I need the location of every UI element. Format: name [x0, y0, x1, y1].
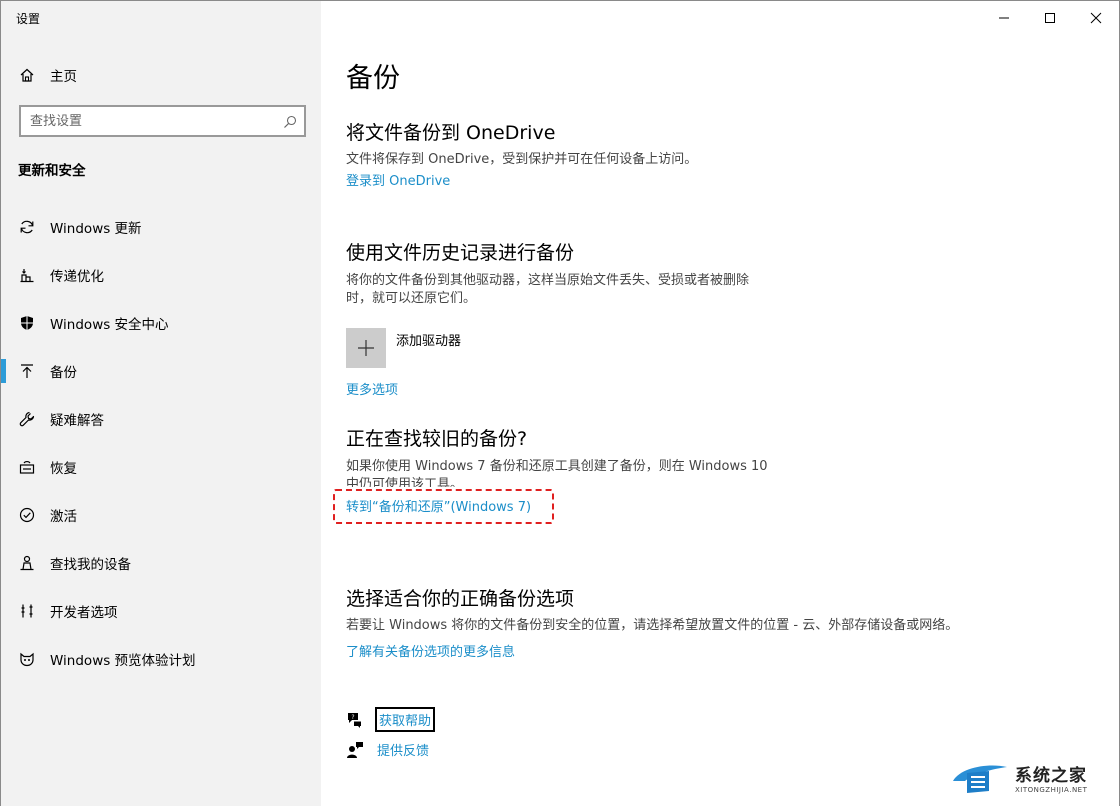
- chat-help-icon: ?: [346, 711, 364, 729]
- sidebar-item-insider[interactable]: Windows 预览体验计划: [1, 635, 321, 683]
- insider-icon: [19, 651, 35, 667]
- watermark-text: 系统之家 XITONGZHIJIA.NET: [1015, 761, 1087, 794]
- sidebar-item-label: 疑难解答: [50, 413, 104, 429]
- search-input[interactable]: [30, 113, 280, 129]
- sidebar-home-label: 主页: [50, 69, 77, 85]
- person-location-icon: [19, 555, 35, 571]
- settings-window: 设置 主页 更新和安全 Windows 更新: [0, 0, 1120, 806]
- minimize-button[interactable]: [981, 1, 1027, 35]
- minimize-icon: [999, 17, 1009, 19]
- feedback-row[interactable]: 提供反馈: [346, 740, 429, 759]
- sidebar-nav: Windows 更新 传递优化 Windows 安全中心 备份 疑难解答 恢复 …: [1, 203, 321, 683]
- older-backup-desc-line1: 如果你使用 Windows 7 备份和还原工具创建了备份，则在 Windows …: [346, 459, 768, 474]
- developer-icon: [19, 603, 35, 619]
- wrench-icon: [19, 411, 35, 427]
- sidebar-item-label: 激活: [50, 509, 77, 525]
- sidebar-item-developer[interactable]: 开发者选项: [1, 587, 321, 635]
- onedrive-signin-link[interactable]: 登录到 OneDrive: [346, 170, 450, 189]
- home-icon: [19, 67, 35, 83]
- onedrive-desc: 文件将保存到 OneDrive，受到保护并可在任何设备上访问。: [346, 152, 698, 167]
- sidebar-item-find-device[interactable]: 查找我的设备: [1, 539, 321, 587]
- sidebar-home[interactable]: 主页: [1, 59, 321, 91]
- sidebar-item-label: 备份: [50, 365, 77, 381]
- choose-backup-heading: 选择适合你的正确备份选项: [346, 588, 575, 610]
- sidebar-item-label: 查找我的设备: [50, 557, 131, 573]
- recovery-icon: [19, 459, 35, 475]
- older-backup-heading: 正在查找较旧的备份?: [346, 428, 528, 450]
- sidebar-item-label: 传递优化: [50, 269, 104, 285]
- file-history-desc-line1: 将你的文件备份到其他驱动器，这样当原始文件丢失、受损或者被删除: [346, 273, 750, 288]
- get-help-row[interactable]: ? 获取帮助: [346, 707, 436, 732]
- sidebar-item-security[interactable]: Windows 安全中心: [1, 299, 321, 347]
- watermark-url: XITONGZHIJIA.NET: [1015, 785, 1088, 794]
- search-box[interactable]: [19, 105, 306, 137]
- close-icon: [1090, 12, 1102, 24]
- window-controls: [981, 1, 1119, 35]
- sidebar-item-label: Windows 更新: [50, 221, 142, 237]
- watermark-name: 系统之家: [1015, 765, 1087, 786]
- sidebar-item-troubleshoot[interactable]: 疑难解答: [1, 395, 321, 443]
- highlight-box: [333, 489, 554, 524]
- watermark: 系统之家 XITONGZHIJIA.NET: [949, 754, 1109, 800]
- add-drive-button[interactable]: [346, 328, 386, 368]
- learn-more-link[interactable]: 了解有关备份选项的更多信息: [346, 641, 515, 660]
- check-circle-icon: [19, 507, 35, 523]
- watermark-logo-icon: [953, 765, 1007, 793]
- sidebar-item-activation[interactable]: 激活: [1, 491, 321, 539]
- svg-text:?: ?: [351, 714, 354, 721]
- sidebar: 设置 主页 更新和安全 Windows 更新: [1, 1, 321, 806]
- search-icon[interactable]: [283, 114, 297, 128]
- page-title: 备份: [346, 63, 400, 94]
- sidebar-item-label: 开发者选项: [50, 605, 118, 621]
- plus-icon: [358, 340, 374, 356]
- older-backup-desc-line2: 中仍可使用该工具。: [346, 477, 464, 487]
- file-history-desc-line2: 时，就可以还原它们。: [346, 291, 477, 306]
- get-help-link[interactable]: 获取帮助: [375, 707, 436, 732]
- file-history-heading: 使用文件历史记录进行备份: [346, 242, 575, 264]
- close-button[interactable]: [1073, 1, 1119, 35]
- main-content: 备份 将文件备份到 OneDrive 文件将保存到 OneDrive，受到保护并…: [321, 1, 1119, 806]
- sidebar-section-title: 更新和安全: [18, 163, 86, 179]
- sidebar-item-label: Windows 安全中心: [50, 317, 169, 333]
- sidebar-item-label: Windows 预览体验计划: [50, 653, 196, 669]
- shield-icon: [19, 315, 35, 331]
- sidebar-item-delivery[interactable]: 传递优化: [1, 251, 321, 299]
- sidebar-item-backup[interactable]: 备份: [1, 347, 321, 395]
- sidebar-item-recovery[interactable]: 恢复: [1, 443, 321, 491]
- maximize-icon: [1045, 13, 1055, 23]
- feedback-link[interactable]: 提供反馈: [377, 740, 429, 759]
- backup-arrow-icon: [19, 363, 35, 379]
- sidebar-item-label: 恢复: [50, 461, 77, 477]
- onedrive-heading: 将文件备份到 OneDrive: [346, 122, 556, 144]
- feedback-person-icon: [346, 741, 364, 759]
- maximize-button[interactable]: [1027, 1, 1073, 35]
- window-title: 设置: [16, 12, 41, 26]
- refresh-icon: [19, 219, 35, 235]
- choose-backup-desc: 若要让 Windows 将你的文件备份到安全的位置，请选择希望放置文件的位置 -…: [346, 618, 959, 633]
- add-drive-label[interactable]: 添加驱动器: [396, 330, 461, 349]
- more-options-link[interactable]: 更多选项: [346, 379, 398, 398]
- sidebar-item-windows-update[interactable]: Windows 更新: [1, 203, 321, 251]
- delivery-icon: [19, 267, 35, 283]
